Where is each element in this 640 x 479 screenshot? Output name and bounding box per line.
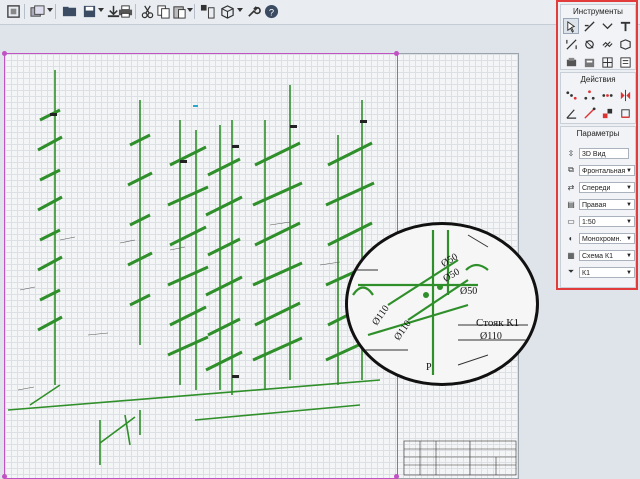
side-icon: ▤ bbox=[567, 199, 575, 209]
save-icon[interactable] bbox=[80, 3, 98, 20]
actions-grid bbox=[563, 87, 633, 121]
3d-dropdown-arrow[interactable] bbox=[237, 8, 243, 12]
text-tool-icon[interactable] bbox=[617, 18, 633, 34]
diameter-label: Ø50 bbox=[460, 286, 478, 297]
scale-icon[interactable] bbox=[599, 105, 615, 121]
scale-select[interactable]: 1:50 ▼ bbox=[579, 215, 635, 227]
list-tool-icon[interactable] bbox=[617, 54, 633, 70]
print-icon[interactable] bbox=[116, 3, 134, 20]
tools-title: Инструменты bbox=[573, 7, 623, 16]
wrench-icon[interactable] bbox=[244, 3, 262, 20]
zoom-magnifier: Ø50 Ø50 Ø50 Ø110 Ø110 Стояк К1 Ø110 Р bbox=[345, 222, 539, 386]
view-param-icon: ⇳ bbox=[567, 148, 575, 158]
view-param: ⇳ 3D Вид bbox=[565, 147, 629, 159]
scheme-value: Схема К1 bbox=[582, 252, 613, 260]
view-dropdown-arrow[interactable] bbox=[47, 8, 53, 12]
parameters-title: Параметры bbox=[576, 129, 620, 138]
actions-group: Действия bbox=[560, 72, 636, 124]
paste-dropdown-arrow[interactable] bbox=[187, 8, 193, 12]
select-tool-icon[interactable] bbox=[563, 18, 579, 34]
main-toolbar: ? bbox=[0, 0, 640, 25]
projection-value: Фронтальная bbox=[582, 167, 626, 175]
magnified-detail bbox=[348, 230, 528, 375]
help-icon[interactable]: ? bbox=[262, 3, 280, 20]
mirror-icon[interactable] bbox=[617, 87, 633, 103]
diameter-label: Ø110 bbox=[480, 331, 502, 342]
cursor-marker bbox=[193, 105, 198, 107]
pipe-tool-icon[interactable] bbox=[581, 18, 597, 34]
side-value: Правая bbox=[582, 201, 607, 209]
chevron-down-icon: ▼ bbox=[626, 167, 632, 174]
angle-icon[interactable] bbox=[563, 105, 579, 121]
side-select[interactable]: Правая ▼ bbox=[579, 198, 635, 210]
direction-icon: ⇄ bbox=[567, 182, 575, 192]
fitting-tool-icon[interactable] bbox=[599, 18, 615, 34]
color-value: Монохромн. bbox=[582, 235, 622, 243]
side-panel: Инструменты Действия Параметры ⇳ 3D Вид … bbox=[556, 0, 638, 290]
scale-value: 1:50 bbox=[582, 218, 596, 226]
p-label: Р bbox=[426, 362, 432, 373]
box-tool-icon[interactable] bbox=[617, 36, 633, 52]
system-select[interactable]: К1 ▼ bbox=[579, 266, 635, 278]
parameters-group: Параметры ⇳ 3D Вид ⧉ Фронтальная ▼ ⇄ Спер… bbox=[560, 126, 636, 288]
frame-icon[interactable] bbox=[4, 3, 22, 20]
link-tool-icon[interactable] bbox=[599, 36, 615, 52]
valve-tool-icon[interactable] bbox=[581, 36, 597, 52]
layers-icon[interactable] bbox=[198, 3, 216, 20]
move-points-icon[interactable] bbox=[563, 87, 579, 103]
side-param: ▤ Правая ▼ bbox=[565, 198, 635, 210]
folder-icon[interactable] bbox=[60, 3, 78, 20]
direction-value: Спереди bbox=[582, 184, 611, 192]
direction-select[interactable]: Спереди ▼ bbox=[579, 181, 635, 193]
chevron-down-icon: ▼ bbox=[626, 252, 632, 259]
view-input[interactable]: 3D Вид bbox=[579, 147, 629, 159]
chevron-down-icon: ▼ bbox=[626, 184, 632, 191]
view-value: 3D Вид bbox=[582, 150, 606, 158]
scale-icon: ▭ bbox=[567, 216, 575, 226]
scheme-icon: ▦ bbox=[567, 250, 575, 260]
scale-param: ▭ 1:50 ▼ bbox=[565, 215, 635, 227]
svg-text:?: ? bbox=[268, 7, 273, 17]
color-icon: ◐ bbox=[568, 233, 574, 243]
scheme-select[interactable]: Схема К1 ▼ bbox=[579, 249, 635, 261]
chevron-down-icon: ▼ bbox=[626, 201, 632, 208]
filter-icon: ⏷ bbox=[567, 267, 575, 276]
scheme-param: ▦ Схема К1 ▼ bbox=[565, 249, 635, 261]
arc-points-icon[interactable] bbox=[581, 87, 597, 103]
equipment-tool-icon[interactable] bbox=[581, 54, 597, 70]
title-block-lines bbox=[403, 440, 517, 476]
system-param: ⏷ К1 ▼ bbox=[565, 266, 635, 278]
chevron-down-icon: ▼ bbox=[626, 235, 632, 242]
grid-tool-icon[interactable] bbox=[599, 54, 615, 70]
chevron-down-icon: ▼ bbox=[626, 269, 632, 276]
projection-icon: ⧉ bbox=[568, 165, 574, 174]
system-value: К1 bbox=[582, 269, 590, 277]
riser-k1-group bbox=[7, 70, 381, 465]
3d-box-icon[interactable] bbox=[218, 3, 236, 20]
tools-group: Инструменты bbox=[560, 4, 636, 70]
color-param: ◐ Монохромн. ▼ bbox=[565, 232, 635, 244]
paste-icon[interactable] bbox=[170, 3, 188, 20]
projection-select[interactable]: Фронтальная ▼ bbox=[579, 164, 635, 176]
toolbar-separator bbox=[135, 4, 136, 19]
riser-label: Стояк К1 bbox=[476, 317, 520, 329]
color-select[interactable]: Монохромн. ▼ bbox=[579, 232, 635, 244]
chevron-down-icon: ▼ bbox=[626, 218, 632, 225]
fixture-tool-icon[interactable] bbox=[563, 54, 579, 70]
align-points-icon[interactable] bbox=[599, 87, 615, 103]
toolbar-separator bbox=[55, 4, 56, 19]
view-icon[interactable] bbox=[28, 3, 46, 20]
projection-param: ⧉ Фронтальная ▼ bbox=[565, 164, 635, 176]
actions-title: Действия bbox=[580, 75, 616, 84]
dimension-tool-icon[interactable] bbox=[563, 36, 579, 52]
drawing-canvas[interactable]: Ø50 Ø50 Ø50 Ø110 Ø110 Стояк К1 Ø110 Р bbox=[0, 25, 550, 479]
snap-icon[interactable] bbox=[617, 105, 633, 121]
tools-grid bbox=[563, 18, 633, 70]
toolbar-separator bbox=[194, 4, 195, 19]
toolbar-separator bbox=[24, 4, 25, 19]
direction-param: ⇄ Спереди ▼ bbox=[565, 181, 635, 193]
diagonal-icon[interactable] bbox=[581, 105, 597, 121]
